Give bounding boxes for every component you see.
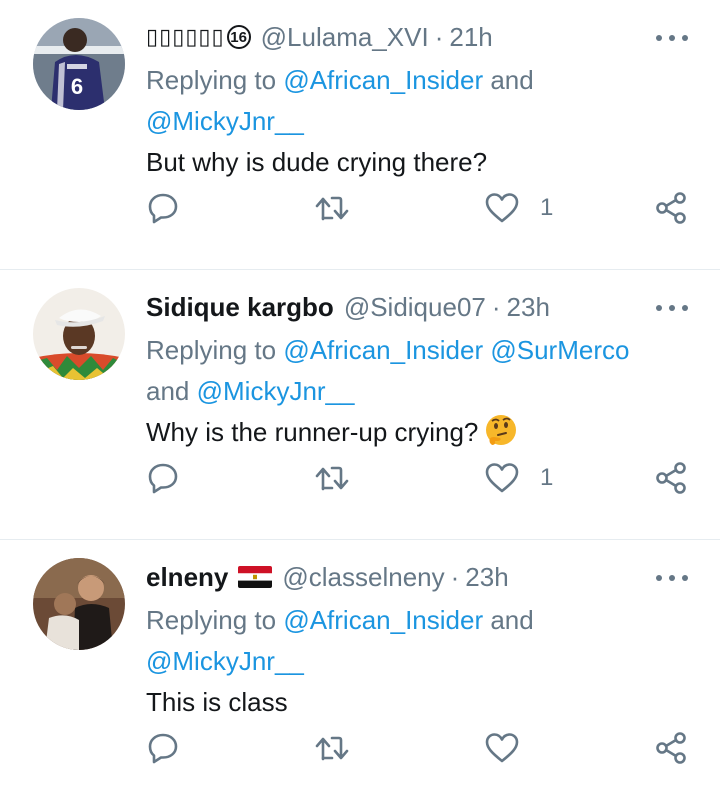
more-options-icon[interactable] [656, 26, 688, 50]
tweet-text: But why is dude crying there? [146, 147, 488, 177]
replying-to: Replying to @African_Insider and @MickyJ… [146, 605, 534, 676]
more-options-icon[interactable] [656, 566, 688, 590]
thinking-face-emoji-icon [484, 413, 518, 458]
timestamp[interactable]: 23h [465, 562, 508, 593]
reply-bubble-icon [148, 733, 178, 764]
share-icon [656, 732, 686, 764]
tweet-text-line: Why is the runner-up crying? [146, 412, 518, 458]
separator-dot: · [491, 291, 501, 322]
reply-bubble-icon [148, 193, 178, 224]
replying-to: Replying to @African_Insider @SurMerco a… [146, 335, 630, 406]
share-button[interactable] [654, 726, 688, 770]
tweet-actions: 1 [0, 186, 720, 230]
reply-bubble-icon [148, 463, 178, 494]
tweet-actions [0, 726, 720, 770]
mention-link[interactable]: @MickyJnr__ [197, 376, 355, 406]
heart-icon [485, 193, 519, 223]
like-count: 1 [540, 194, 554, 221]
display-name[interactable]: ▯▯▯▯▯▯ [146, 24, 225, 50]
reply-button[interactable] [146, 186, 180, 230]
mention-link[interactable]: @MickyJnr__ [146, 646, 304, 676]
mention-link[interactable]: @African_Insider [283, 605, 483, 635]
user-handle[interactable]: @Lulama_XVI [261, 22, 429, 53]
retweet-button[interactable] [314, 456, 350, 500]
mention-link[interactable]: @African_Insider [283, 65, 483, 95]
tweet-text: This is class [146, 687, 288, 717]
heart-icon [485, 733, 519, 763]
retweet-icon [315, 736, 349, 761]
tweet-header: ▯▯▯▯▯▯ 16 @Lulama_XVI · 21h [146, 18, 493, 56]
tweet-header: elneny @classelneny · 23h [146, 558, 509, 596]
tweet[interactable]: Sidique kargbo @Sidique07 · 23h Replying… [0, 270, 720, 540]
reply-button[interactable] [146, 456, 180, 500]
user-handle[interactable]: @classelneny [282, 562, 444, 593]
tweet-text: Why is the runner-up crying? [146, 417, 479, 447]
like-button[interactable]: 1 [484, 456, 553, 500]
retweet-icon [315, 466, 349, 491]
heart-icon [485, 463, 519, 493]
avatar[interactable] [33, 558, 125, 650]
display-name[interactable]: Sidique kargbo [146, 292, 334, 323]
avatar[interactable] [33, 288, 125, 380]
svg-text:6: 6 [71, 74, 83, 99]
mention-link[interactable]: @African_Insider [283, 335, 483, 365]
like-button[interactable] [484, 726, 520, 770]
separator-dot: · [450, 561, 460, 592]
avatar[interactable]: 6 [33, 18, 125, 110]
mention-link[interactable]: @MickyJnr__ [146, 106, 304, 136]
like-button[interactable]: 1 [484, 186, 553, 230]
share-icon [656, 462, 686, 494]
egypt-flag-icon [238, 566, 273, 588]
tweet[interactable]: 6 ▯▯▯▯▯▯ 16 @Lulama_XVI · 21h Replying t… [0, 0, 720, 270]
share-button[interactable] [654, 186, 688, 230]
player-jersey-avatar-icon: 6 [33, 18, 125, 110]
reply-button[interactable] [146, 726, 180, 770]
tweet-actions: 1 [0, 456, 720, 500]
man-white-cap-avatar-icon [33, 288, 125, 380]
number-badge-icon: 16 [226, 25, 251, 49]
user-handle[interactable]: @Sidique07 [344, 292, 486, 323]
like-count: 1 [540, 464, 554, 491]
retweet-icon [315, 196, 349, 221]
replying-to: Replying to @African_Insider and @MickyJ… [146, 65, 534, 136]
share-icon [656, 192, 686, 224]
timestamp[interactable]: 23h [507, 292, 550, 323]
tweet[interactable]: elneny @classelneny · 23h Replying to @A… [0, 540, 720, 804]
two-men-photo-avatar-icon [33, 558, 125, 650]
timestamp[interactable]: 21h [449, 22, 492, 53]
more-options-icon[interactable] [656, 296, 688, 320]
mention-link[interactable]: @SurMerco [490, 335, 629, 365]
separator-dot: · [434, 21, 444, 52]
tweet-header: Sidique kargbo @Sidique07 · 23h [146, 288, 550, 326]
retweet-button[interactable] [314, 726, 350, 770]
display-name[interactable]: elneny [146, 562, 228, 593]
retweet-button[interactable] [314, 186, 350, 230]
share-button[interactable] [654, 456, 688, 500]
